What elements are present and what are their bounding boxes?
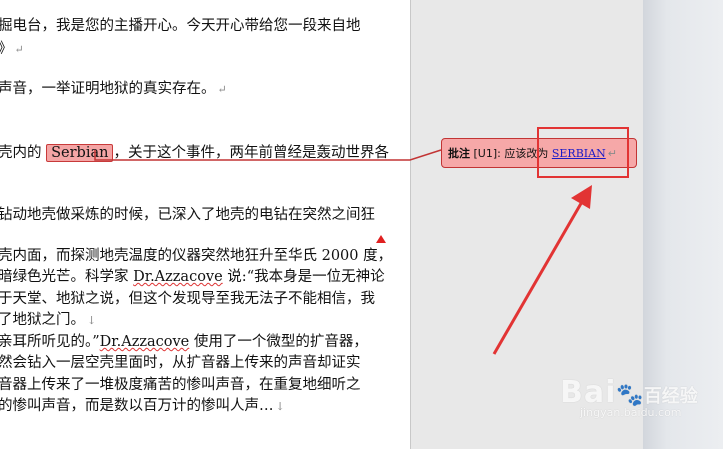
doc-line-11[interactable]: 然会钻入一层空壳里面时，从扩音器上传来的声音却证实	[0, 351, 361, 372]
doc-line-5[interactable]: 钻动地壳做采炼的时候，已深入了地壳的电钻在突然之间狂	[0, 203, 375, 224]
doc-line-1-text: 掘电台，我是您的主播开心。今天开心带给您一段来自地	[0, 18, 361, 34]
paw-icon: 🐾	[616, 383, 644, 408]
document-page[interactable]: 掘电台，我是您的主播开心。今天开心带给您一段来自地 》↵ 声音，一举证明地狱的真…	[0, 0, 410, 449]
doc-line-8-text: 于天堂、地狱之说，但这个发现导至我无法子不能相信，我	[0, 291, 375, 307]
doc-line-12-text: 音器上传来了一堆极度痛苦的惨叫声音，在重复地细听之	[0, 377, 361, 393]
paragraph-mark: ↵	[14, 43, 24, 56]
doc-line-9[interactable]: 了地狱之门。 ↓	[0, 308, 96, 329]
doc-line-2[interactable]: 》↵	[0, 37, 24, 58]
annotation-highlight-box	[537, 127, 629, 178]
doc-line-6-text: 壳内面，而探测地壳温度的仪器突然地狂升至华氏 2000 度，	[0, 248, 393, 264]
doc-line-7-post: 说:“我本身是一位无神论	[222, 269, 385, 285]
doc-line-12[interactable]: 音器上传来了一堆极度痛苦的惨叫声音，在重复地细听之	[0, 373, 361, 394]
doc-line-3[interactable]: 声音，一举证明地狱的真实存在。 ↵	[0, 77, 227, 98]
doc-line-9-text: 了地狱之门。	[0, 312, 85, 328]
doc-line-6[interactable]: 壳内面，而探测地壳温度的仪器突然地狂升至华氏 2000 度，	[0, 244, 392, 265]
comment-marker-icon[interactable]	[376, 235, 386, 243]
doc-line-11-text: 然会钻入一层空壳里面时，从扩音器上传来的声音却证实	[0, 355, 361, 371]
watermark-logo-text: Bai	[560, 375, 617, 410]
doc-line-3-text: 声音，一举证明地狱的真实存在。	[0, 81, 216, 97]
comment-label: 批注	[448, 147, 470, 160]
doc-line-13[interactable]: 的惨叫声音，而是数以百万计的惨叫人声… ↓	[0, 394, 285, 415]
watermark-logo-cn: 百经验	[643, 386, 698, 407]
doc-line-4[interactable]: 壳内的 Serbian ，关于这个事件，两年前曾经是轰动世界各	[0, 141, 389, 162]
doc-line-5-text: 钻动地壳做采炼的时候，已深入了地壳的电钻在突然之间狂	[0, 207, 375, 223]
doc-line-10-text: 亲耳所听见的。”	[0, 334, 100, 350]
doc-line-1[interactable]: 掘电台，我是您的主播开心。今天开心带给您一段来自地	[0, 14, 361, 35]
comment-ref: [U1]	[473, 147, 498, 160]
commented-text-serbian[interactable]: Serbian	[46, 144, 114, 162]
line-break-mark: ↓	[275, 400, 285, 413]
doc-line-2-text: 》	[0, 41, 13, 57]
watermark-url: jingyan.baidu.com	[580, 406, 682, 419]
doc-line-10-post: 使用了一个微型的扩音器，	[189, 334, 368, 350]
doc-line-4-post: ，关于这个事件，两年前曾经是轰动世界各	[113, 145, 389, 161]
doc-line-7-text: 暗绿色光芒。科学家	[0, 269, 134, 285]
doc-line-13-text: 的惨叫声音，而是数以百万计的惨叫人声…	[0, 398, 274, 414]
spellcheck-word[interactable]: Dr.Azzacove	[133, 269, 223, 285]
paragraph-mark: ↵	[217, 83, 227, 96]
doc-line-4-pre: 壳内的	[0, 145, 47, 161]
doc-line-7[interactable]: 暗绿色光芒。科学家 Dr.Azzacove 说:“我本身是一位无神论	[0, 265, 385, 286]
baidu-watermark: Bai🐾百经验 jingyan.baidu.com	[560, 375, 698, 419]
doc-line-8[interactable]: 于天堂、地狱之说，但这个发现导至我无法子不能相信，我	[0, 287, 375, 308]
spellcheck-word[interactable]: Dr.Azzacove	[100, 334, 190, 350]
line-break-mark: ↓	[87, 314, 97, 327]
doc-line-10[interactable]: 亲耳所听见的。”Dr.Azzacove 使用了一个微型的扩音器，	[0, 330, 368, 351]
